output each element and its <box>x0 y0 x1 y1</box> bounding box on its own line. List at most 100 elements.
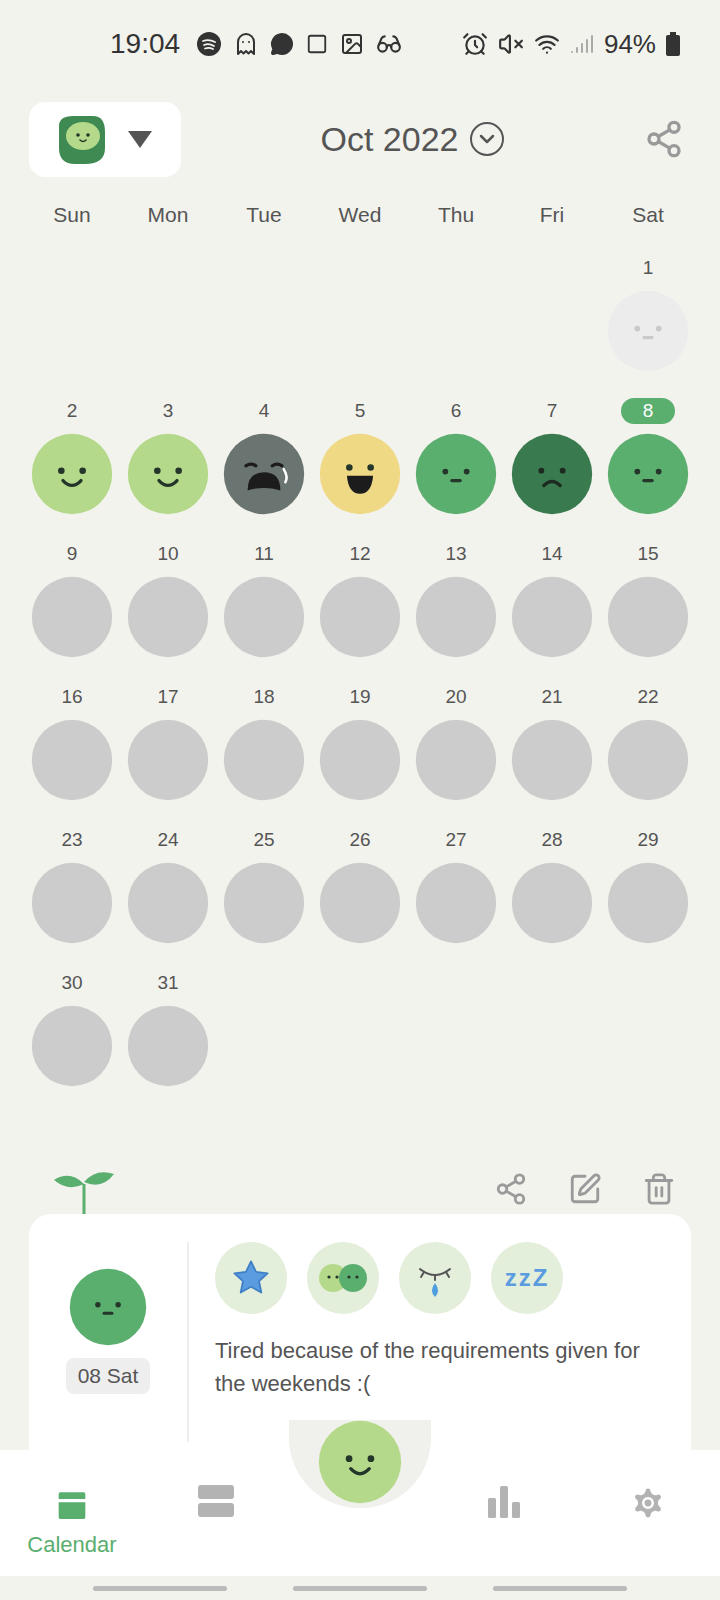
alarm-icon <box>462 31 488 57</box>
activity-item[interactable] <box>399 1242 471 1314</box>
weekday-label: Thu <box>408 199 504 231</box>
day-cell[interactable]: 19 <box>312 683 408 826</box>
mood-face-icon <box>31 1005 113 1087</box>
day-cell[interactable]: 3 <box>120 397 216 540</box>
mood-face-icon <box>31 862 113 944</box>
nav-label: Calendar <box>27 1528 116 1561</box>
day-cell[interactable]: 4 <box>216 397 312 540</box>
sleep-glyph: zzZ <box>505 1266 550 1290</box>
day-cell[interactable]: 9 <box>24 540 120 683</box>
weekday-label: Mon <box>120 199 216 231</box>
day-cell[interactable]: 28 <box>504 826 600 969</box>
status-bar: 19:0494% <box>0 0 720 88</box>
day-cell[interactable]: 10 <box>120 540 216 683</box>
day-cell[interactable]: 5 <box>312 397 408 540</box>
chevron-down-icon <box>470 122 504 156</box>
sprout-icon <box>52 1168 116 1214</box>
profile-selector[interactable] <box>29 102 181 177</box>
day-number: 3 <box>163 397 174 426</box>
mood-face-icon <box>511 719 593 801</box>
entry-mood-icon <box>69 1268 147 1346</box>
mood-face-icon <box>127 433 209 515</box>
home-handle[interactable] <box>293 1586 427 1591</box>
share-icon[interactable] <box>644 119 684 159</box>
day-cell[interactable]: 17 <box>120 683 216 826</box>
day-cell[interactable]: 18 <box>216 683 312 826</box>
day-number: 28 <box>541 826 562 855</box>
nav-item[interactable] <box>144 1450 288 1518</box>
day-cell[interactable]: 31 <box>120 969 216 1112</box>
day-cell[interactable]: 13 <box>408 540 504 683</box>
day-cell[interactable]: 24 <box>120 826 216 969</box>
day-cell[interactable]: 21 <box>504 683 600 826</box>
day-cell[interactable]: 1 <box>600 254 696 397</box>
day-cell[interactable]: 7 <box>504 397 600 540</box>
battery-icon <box>666 32 680 56</box>
empty-cell <box>312 254 408 397</box>
day-cell[interactable]: 6 <box>408 397 504 540</box>
empty-cell <box>120 254 216 397</box>
share-entry-icon[interactable] <box>494 1172 528 1206</box>
entry-note: Tired because of the requirements given … <box>215 1334 671 1400</box>
day-cell[interactable]: 29 <box>600 826 696 969</box>
day-number: 19 <box>349 683 370 712</box>
entry-card: 08 Sat zzZ Tired because of the requiremen… <box>29 1214 691 1450</box>
mood-face-icon <box>607 290 689 372</box>
mood-face-icon <box>511 862 593 944</box>
nav-item[interactable]: Calendar <box>0 1450 144 1561</box>
day-cell[interactable]: 23 <box>24 826 120 969</box>
nav-item[interactable] <box>432 1450 576 1520</box>
app-notification-icon <box>234 32 258 56</box>
mood-face-icon <box>127 576 209 658</box>
recent-apps-handle[interactable] <box>93 1586 227 1591</box>
nav-item[interactable] <box>576 1450 720 1522</box>
mood-face-icon <box>31 576 113 658</box>
day-number: 15 <box>637 540 658 569</box>
empty-cell <box>504 254 600 397</box>
mood-face-icon <box>415 862 497 944</box>
activity-item[interactable]: zzZ <box>491 1242 563 1314</box>
activity-item[interactable] <box>307 1242 379 1314</box>
day-cell[interactable]: 14 <box>504 540 600 683</box>
edit-icon[interactable] <box>568 1172 602 1206</box>
day-cell[interactable]: 25 <box>216 826 312 969</box>
entry-date: 08 Sat <box>66 1358 151 1394</box>
day-number: 18 <box>253 683 274 712</box>
weekday-label: Sat <box>600 199 696 231</box>
day-number: 13 <box>445 540 466 569</box>
activity-item[interactable] <box>215 1242 287 1314</box>
month-title: Oct 2022 <box>321 114 459 165</box>
day-cell[interactable]: 15 <box>600 540 696 683</box>
sprout-avatar-icon <box>53 112 107 166</box>
mood-face-icon <box>319 719 401 801</box>
day-number: 21 <box>541 683 562 712</box>
day-cell[interactable]: 12 <box>312 540 408 683</box>
day-number: 7 <box>547 397 558 426</box>
add-entry-button[interactable] <box>289 1420 431 1508</box>
day-number: 31 <box>157 969 178 998</box>
messenger-icon <box>270 32 294 56</box>
day-cell[interactable]: 22 <box>600 683 696 826</box>
day-number: 5 <box>355 397 366 426</box>
day-number: 25 <box>253 826 274 855</box>
gear-icon <box>629 1484 667 1522</box>
delete-icon[interactable] <box>642 1172 676 1206</box>
empty-cell <box>24 254 120 397</box>
star-icon <box>230 1257 272 1299</box>
weekday-label: Wed <box>312 199 408 231</box>
day-cell[interactable]: 11 <box>216 540 312 683</box>
day-cell[interactable]: 8 <box>600 397 696 540</box>
mute-icon <box>498 31 524 57</box>
day-cell[interactable]: 20 <box>408 683 504 826</box>
day-cell[interactable]: 30 <box>24 969 120 1112</box>
mood-face-icon <box>415 576 497 658</box>
card-divider <box>187 1242 189 1442</box>
day-number: 6 <box>451 397 462 426</box>
bar-chart-icon <box>486 1484 522 1520</box>
day-cell[interactable]: 27 <box>408 826 504 969</box>
back-handle[interactable] <box>493 1586 627 1591</box>
month-selector[interactable]: Oct 2022 <box>321 114 505 165</box>
day-cell[interactable]: 16 <box>24 683 120 826</box>
day-cell[interactable]: 26 <box>312 826 408 969</box>
day-cell[interactable]: 2 <box>24 397 120 540</box>
